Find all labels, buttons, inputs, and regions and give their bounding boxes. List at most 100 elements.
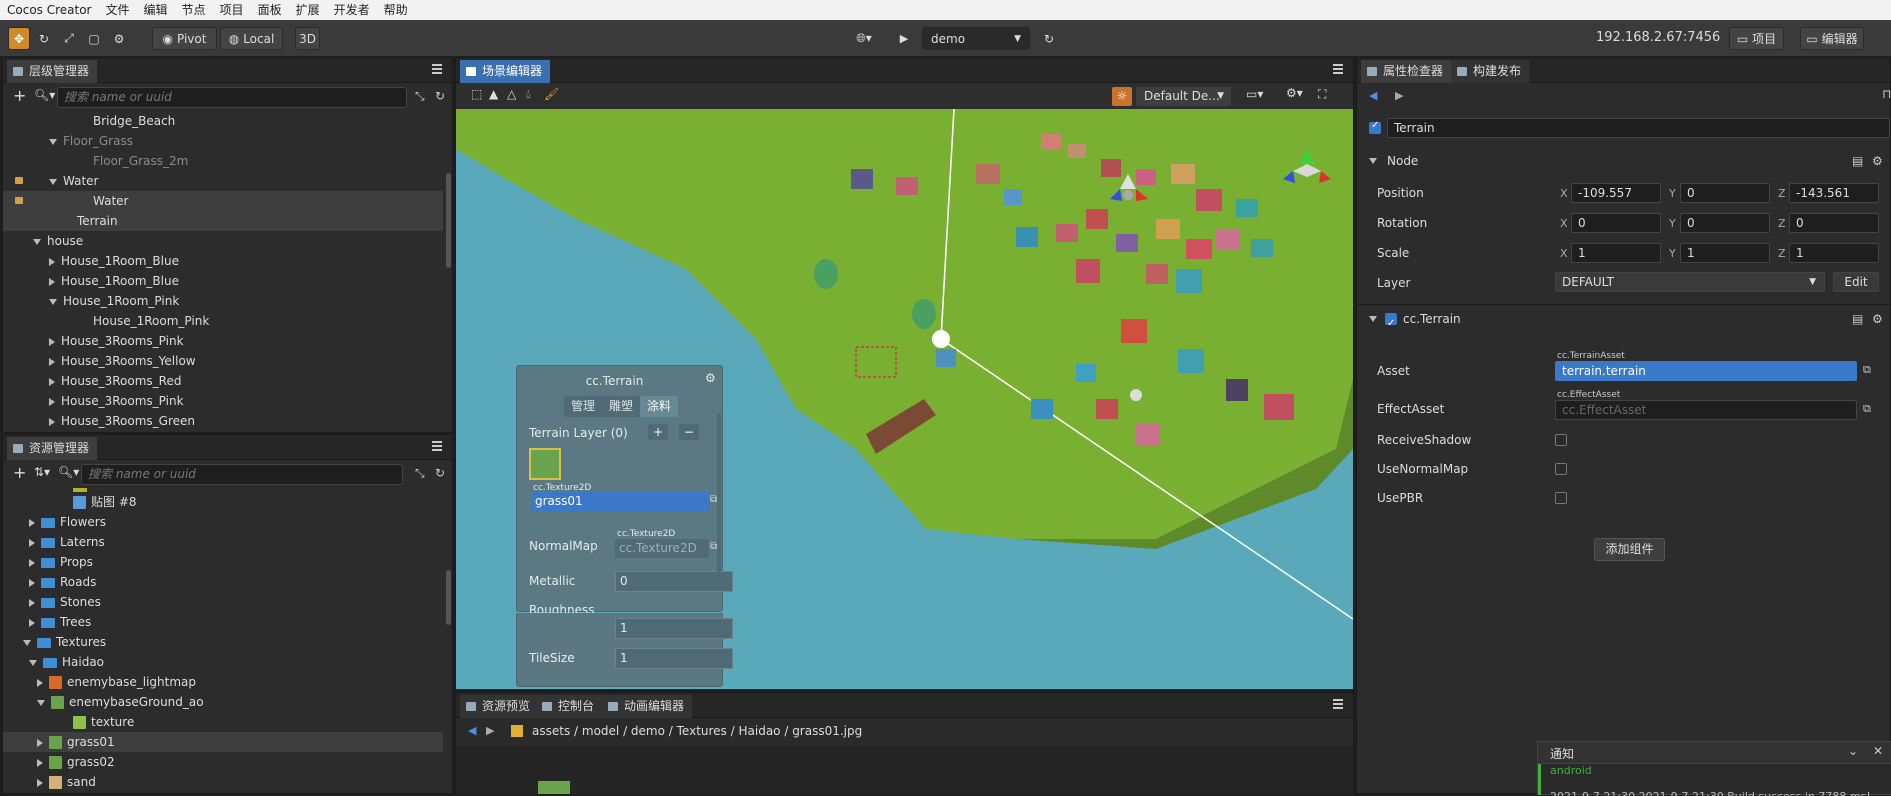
refresh-icon[interactable]: ↻ <box>435 466 445 480</box>
breadcrumb-item[interactable]: Haidao <box>738 724 780 738</box>
scene-viewport[interactable]: cc.Terrain ⚙ 管理 雕塑 涂料 Terrain Layer (0) … <box>456 109 1353 689</box>
chevron-right-icon[interactable] <box>29 618 35 627</box>
metallic-input[interactable]: 0 <box>615 571 733 592</box>
pick-icon[interactable]: ⧉ <box>1863 402 1871 416</box>
chevron-right-icon[interactable] <box>49 417 55 426</box>
position-z-input[interactable]: -143.561 <box>1789 183 1879 203</box>
local-button[interactable]: ◍ Local <box>220 27 283 50</box>
chevron-right-icon[interactable] <box>29 598 35 607</box>
normalmap-field[interactable]: cc.Texture2D <box>615 539 709 558</box>
asset-item[interactable]: Trees <box>3 612 443 632</box>
tree-node[interactable]: House_3Rooms_Pink <box>3 391 443 411</box>
tree-node[interactable]: Water <box>3 171 443 191</box>
node-active-checkbox[interactable] <box>1369 120 1381 134</box>
component-enabled-checkbox[interactable] <box>1385 311 1397 337</box>
edit-layer-button[interactable]: Edit <box>1833 272 1879 292</box>
chevron-right-icon[interactable] <box>49 397 55 406</box>
menu-icon[interactable] <box>432 441 442 451</box>
breadcrumb-item[interactable]: assets <box>532 724 570 738</box>
breadcrumb-item[interactable]: grass01.jpg <box>792 724 862 738</box>
tree-node[interactable]: Bridge_Beach <box>3 111 443 131</box>
asset-item[interactable]: grass02 <box>3 752 443 772</box>
terrain-component-header[interactable]: cc.Terrain ▤ ⚙ <box>1357 306 1891 337</box>
breadcrumb-item[interactable]: model <box>582 724 619 738</box>
tree-node[interactable]: House_3Rooms_Pink <box>3 331 443 351</box>
drop-icon[interactable]: 💧︎ <box>526 87 531 102</box>
tree-node[interactable]: House_1Room_Blue <box>3 251 443 271</box>
search-type-icon[interactable]: 🔍︎▾ <box>58 465 79 479</box>
back-icon[interactable]: ◀ <box>468 724 476 737</box>
tab-build[interactable]: 构建发布 <box>1451 60 1530 83</box>
node-name-input[interactable]: Terrain <box>1387 118 1890 138</box>
asset-item[interactable]: 贴图 #8 <box>3 492 443 512</box>
chevron-right-icon[interactable] <box>37 758 43 767</box>
forward-icon[interactable]: ▶ <box>1395 89 1403 102</box>
lock-icon[interactable] <box>15 177 23 184</box>
effect-asset-field[interactable]: cc.EffectAsset <box>1555 400 1857 420</box>
menu-item[interactable]: 帮助 <box>377 0 415 20</box>
tree-node[interactable]: Terrain <box>3 211 443 231</box>
play-button[interactable]: ▶ <box>890 27 918 50</box>
light-toggle-button[interactable]: ☼ <box>1112 87 1132 106</box>
chevron-right-icon[interactable] <box>37 678 43 687</box>
paint-brush-icon[interactable]: 🖌︎ <box>544 87 559 101</box>
scale-z-input[interactable]: 1 <box>1789 243 1879 263</box>
asset-item[interactable]: texture <box>3 712 443 732</box>
asset-item[interactable]: sand <box>3 772 443 792</box>
chevron-down-icon[interactable]: ⌄ <box>1848 744 1858 758</box>
back-icon[interactable]: ◀ <box>1369 89 1377 102</box>
tab-sculpt[interactable]: 雕塑 <box>602 396 640 417</box>
node-section-header[interactable]: Node ▤ ⚙ <box>1357 148 1891 174</box>
open-editor-button[interactable]: ▭ 编辑器 <box>1800 27 1864 50</box>
chevron-down-icon[interactable] <box>49 298 57 305</box>
lock-icon[interactable]: ⊓ <box>1882 87 1891 101</box>
tree-node[interactable]: House_1Room_Pink <box>3 291 443 311</box>
menu-icon[interactable] <box>1333 699 1343 709</box>
menu-item[interactable]: 节点 <box>175 0 213 20</box>
asset-item[interactable]: Flowers <box>3 512 443 532</box>
tab-manage[interactable]: 管理 <box>564 396 602 417</box>
chevron-down-icon[interactable] <box>49 178 57 185</box>
collapse-icon[interactable]: ⤡ <box>415 466 425 481</box>
tab-paint[interactable]: 涂料 <box>640 396 678 417</box>
chevron-right-icon[interactable] <box>37 738 43 747</box>
chevron-right-icon[interactable] <box>49 257 55 266</box>
chevron-right-icon[interactable] <box>37 778 43 787</box>
tree-node[interactable]: house <box>3 231 443 251</box>
tilesize-input[interactable]: 1 <box>615 648 733 669</box>
menu-item[interactable]: 扩展 <box>289 0 327 20</box>
tree-node[interactable]: House_3Rooms_Red <box>3 371 443 391</box>
position-x-input[interactable]: -109.557 <box>1571 183 1661 203</box>
add-layer-button[interactable]: + <box>648 424 668 440</box>
asset-item[interactable]: Stones <box>3 592 443 612</box>
tree-node[interactable]: House_1Room_Blue <box>3 271 443 291</box>
pivot-button[interactable]: ◉ Pivot <box>152 27 217 50</box>
tab-inspector[interactable]: 属性检查器 <box>1361 60 1452 83</box>
camera-select[interactable]: Default De... ▼ <box>1136 87 1231 106</box>
forward-icon[interactable]: ▶ <box>486 724 494 737</box>
tab-asset-preview[interactable]: 资源预览 <box>460 695 539 718</box>
layer-texture-field[interactable]: grass01 <box>531 492 709 511</box>
assets-scrollbar[interactable] <box>446 570 451 625</box>
assets-search-input[interactable]: 搜索 name or uuid <box>81 464 403 485</box>
chevron-right-icon[interactable] <box>29 518 35 527</box>
mode-3d-button[interactable]: 3D <box>295 27 320 50</box>
chevron-right-icon[interactable] <box>49 277 55 286</box>
chevron-right-icon[interactable] <box>49 337 55 346</box>
menu-item[interactable]: 文件 <box>99 0 137 20</box>
add-node-button[interactable]: + <box>13 86 26 105</box>
terrain-asset-field[interactable]: terrain.terrain <box>1555 361 1857 381</box>
rotation-z-input[interactable]: 0 <box>1789 213 1879 233</box>
tree-node[interactable]: House_3Rooms_Yellow <box>3 351 443 371</box>
use-normal-map-checkbox[interactable] <box>1555 463 1567 475</box>
search-type-icon[interactable]: 🔍︎▾ <box>34 88 55 102</box>
chevron-down-icon[interactable] <box>29 659 37 666</box>
remove-layer-button[interactable]: − <box>679 424 699 440</box>
refresh-icon[interactable]: ↻ <box>435 89 445 103</box>
menu-item[interactable]: 面板 <box>251 0 289 20</box>
tree-node[interactable]: Floor_Grass_2m <box>3 151 443 171</box>
docs-icon[interactable]: ▤ <box>1852 306 1863 332</box>
rotation-y-input[interactable]: 0 <box>1680 213 1770 233</box>
chevron-right-icon[interactable] <box>49 357 55 366</box>
gear-icon[interactable]: ⚙ <box>1872 148 1883 174</box>
